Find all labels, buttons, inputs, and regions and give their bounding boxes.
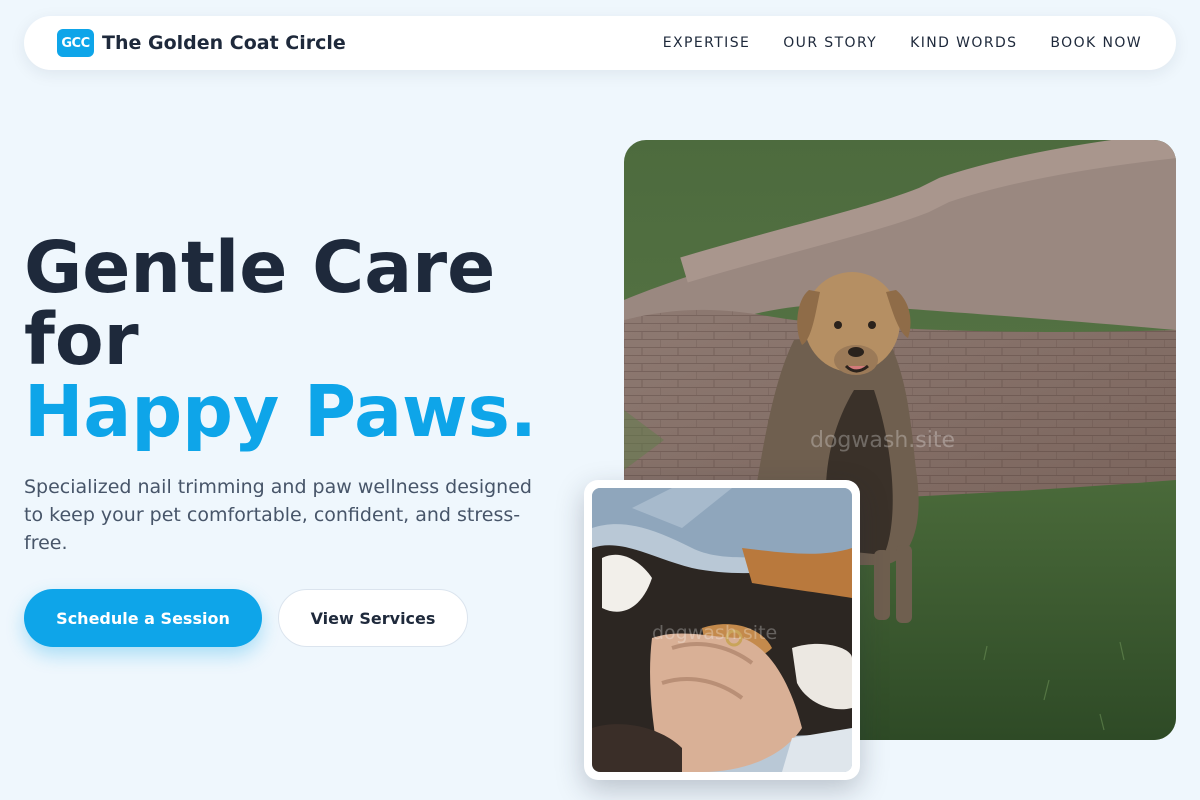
schedule-session-button[interactable]: Schedule a Session (24, 589, 262, 647)
hero-title-accent: Happy Paws. (24, 370, 537, 453)
dog-photo-watermark: dogwash.site (810, 428, 955, 453)
cat-photo: dogwash.site (592, 488, 852, 772)
hero-subtitle: Specialized nail trimming and paw wellne… (24, 476, 532, 554)
brand-logo: GCC (57, 29, 94, 57)
nav-link-book-now[interactable]: BOOK NOW (1050, 35, 1142, 51)
hero-title-line-2: for (24, 298, 139, 381)
cat-photo-card: dogwash.site (584, 480, 860, 780)
nav-link-kind-words[interactable]: KIND WORDS (910, 35, 1017, 51)
top-navbar: GCC The Golden Coat Circle EXPERTISE OUR… (24, 16, 1176, 70)
view-services-button[interactable]: View Services (278, 589, 468, 647)
cat-photo-watermark: dogwash.site (652, 622, 778, 644)
hero-title-line-1: Gentle Care (24, 226, 496, 309)
main-nav: EXPERTISE OUR STORY KIND WORDS BOOK NOW (663, 35, 1142, 51)
brand-name: The Golden Coat Circle (102, 32, 346, 54)
nav-link-expertise[interactable]: EXPERTISE (663, 35, 750, 51)
brand[interactable]: GCC The Golden Coat Circle (57, 29, 346, 57)
nav-link-our-story[interactable]: OUR STORY (783, 35, 877, 51)
hero-title: Gentle Care for Happy Paws. (24, 232, 537, 448)
